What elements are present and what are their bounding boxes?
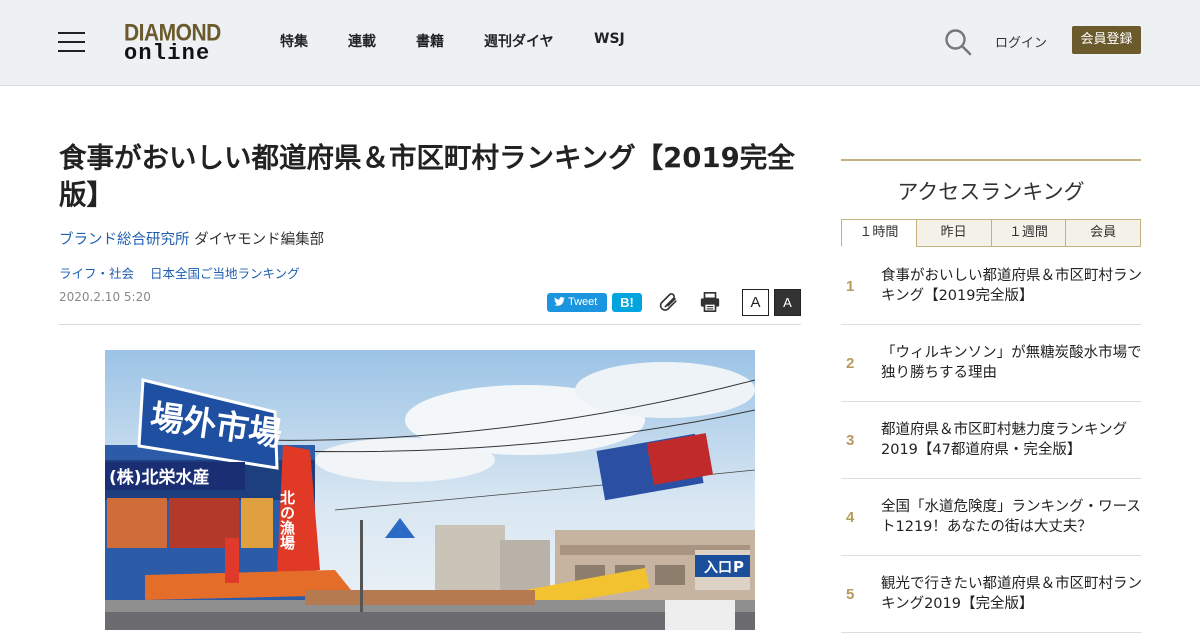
ranking-item[interactable]: 4 全国「水道危険度」ランキング・ワースト1219！あなたの街は大丈夫？ xyxy=(841,479,1141,556)
ranking-tabs: １時間 昨日 １週間 会員 xyxy=(841,219,1141,247)
article-photo: 入口 P 場外市場 (株)北栄水産 北の漁場 xyxy=(105,350,755,630)
entrance-sign-text: 入口 xyxy=(704,560,732,576)
search-icon[interactable] xyxy=(944,28,972,56)
site-logo[interactable]: DIAMOND online xyxy=(124,20,228,66)
ranking-number: 4 xyxy=(846,509,855,526)
category-link[interactable]: ライフ・社会 xyxy=(59,266,134,281)
category-link[interactable]: 日本全国ご当地ランキング xyxy=(150,266,300,281)
nav-item-series[interactable]: 連載 xyxy=(348,31,376,51)
register-button[interactable]: 会員登録 xyxy=(1072,26,1141,54)
ranking-item[interactable]: 5 観光で行きたい都道府県＆市区町村ランキング2019【完全版】 xyxy=(841,556,1143,633)
article-categories: ライフ・社会 日本全国ご当地ランキング xyxy=(59,263,312,282)
nav-item-feature[interactable]: 特集 xyxy=(280,31,308,51)
tab-members[interactable]: 会員 xyxy=(1065,219,1141,247)
print-icon[interactable] xyxy=(699,291,721,313)
article-title: 食事がおいしい都道府県＆市区町村ランキング【2019完全版】 xyxy=(59,142,795,211)
ranking-number: 3 xyxy=(846,432,855,449)
tweet-button[interactable]: Tweet xyxy=(547,293,607,312)
tab-yesterday[interactable]: 昨日 xyxy=(915,219,992,247)
tweet-label: Tweet xyxy=(568,296,598,308)
author-org-link[interactable]: ブランド総合研究所 xyxy=(59,232,190,248)
site-header: DIAMOND online 特集 連載 書籍 週刊ダイヤ WSJ ログイン 会… xyxy=(0,0,1200,86)
ranking-list: 1 食事がおいしい都道府県＆市区町村ランキング【2019完全版】 2 「ウィルキ… xyxy=(841,248,1143,633)
nav-item-weekly-diamond[interactable]: 週刊ダイヤ xyxy=(484,31,554,51)
banner-text: 北の漁場 xyxy=(278,490,296,551)
nav-item-books[interactable]: 書籍 xyxy=(416,31,444,51)
ranking-number: 1 xyxy=(846,278,855,295)
login-link[interactable]: ログイン xyxy=(995,32,1047,51)
menu-icon[interactable] xyxy=(58,32,85,52)
market-street-illustration: 入口 P 場外市場 (株)北栄水産 北の漁場 xyxy=(105,350,755,630)
font-size-small-button[interactable]: A xyxy=(742,289,769,316)
ranking-title-link[interactable]: 全国「水道危険度」ランキング・ワースト1219！あなたの街は大丈夫？ xyxy=(881,497,1143,537)
hatena-bookmark-button[interactable]: B! xyxy=(612,293,642,312)
ranking-item[interactable]: 1 食事がおいしい都道府県＆市区町村ランキング【2019完全版】 xyxy=(841,248,1143,325)
ranking-title: アクセスランキング xyxy=(897,180,1085,204)
ranking-title-link[interactable]: 食事がおいしい都道府県＆市区町村ランキング【2019完全版】 xyxy=(881,266,1143,306)
article-date: 2020.2.10 5:20 xyxy=(59,290,151,304)
ranking-item[interactable]: 2 「ウィルキンソン」が無糖炭酸水市場で独り勝ちする理由 xyxy=(841,325,1143,402)
logo-bottom-text: online xyxy=(124,41,211,66)
ranking-top-rule xyxy=(841,159,1141,161)
ranking-number: 2 xyxy=(846,355,855,372)
ranking-number: 5 xyxy=(846,586,855,603)
ranking-title-link[interactable]: 「ウィルキンソン」が無糖炭酸水市場で独り勝ちする理由 xyxy=(881,343,1143,383)
parking-sign-text: P xyxy=(733,558,744,576)
ranking-item[interactable]: 3 都道府県＆市区町村魅力度ランキング2019【47都道府県・完全版】 xyxy=(841,402,1141,479)
twitter-bird-icon xyxy=(554,297,565,306)
tab-1week[interactable]: １週間 xyxy=(990,219,1067,247)
clip-icon[interactable] xyxy=(658,291,680,313)
divider xyxy=(59,324,801,325)
nav-item-wsj[interactable]: WSJ xyxy=(594,31,625,47)
font-size-large-button[interactable]: A xyxy=(774,289,801,316)
shop-sign-text: (株)北栄水産 xyxy=(109,467,210,488)
ranking-title-link[interactable]: 都道府県＆市区町村魅力度ランキング2019【47都道府県・完全版】 xyxy=(881,420,1143,460)
author-person: ダイヤモンド編集部 xyxy=(194,232,325,248)
article-authors: ブランド総合研究所 ダイヤモンド編集部 xyxy=(59,228,324,249)
tab-1hour[interactable]: １時間 xyxy=(841,219,917,247)
ranking-title-link[interactable]: 観光で行きたい都道府県＆市区町村ランキング2019【完全版】 xyxy=(881,574,1143,614)
